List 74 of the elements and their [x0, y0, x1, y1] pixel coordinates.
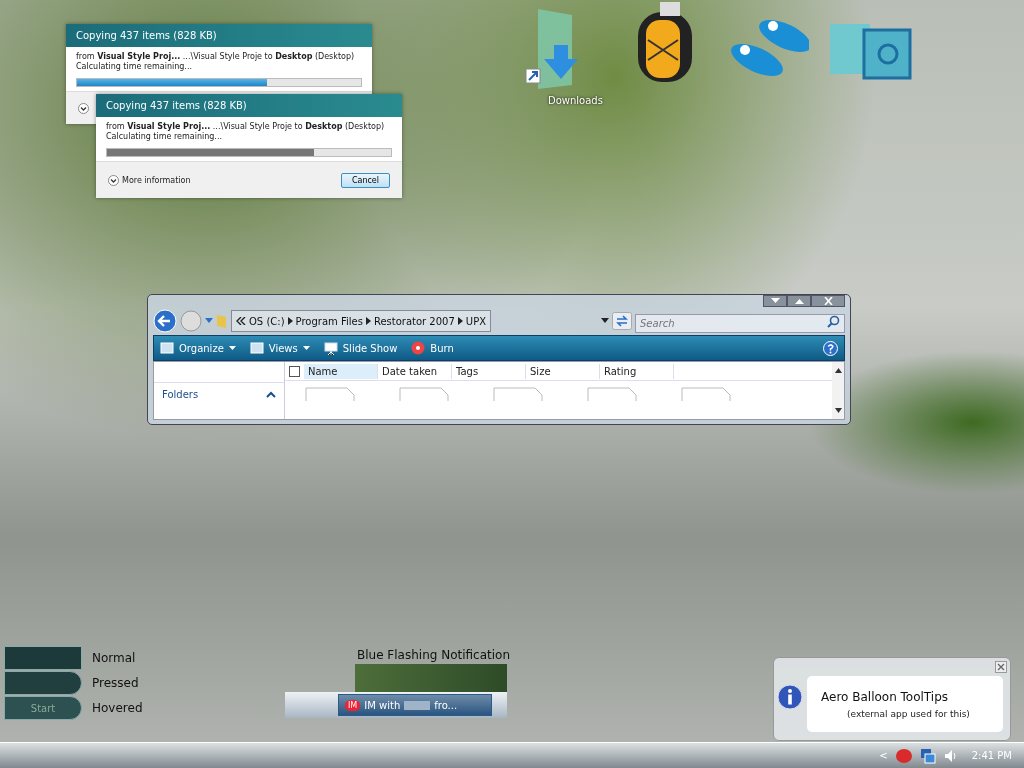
breadcrumb[interactable]: Restorator 2007	[373, 315, 455, 327]
breadcrumb[interactable]: OS (C:)	[249, 315, 285, 327]
checkbox-icon[interactable]	[289, 365, 300, 377]
copy-status-text: Calculating time remaining...	[106, 132, 222, 141]
dropdown-arrow-icon[interactable]	[601, 318, 609, 324]
state-label: Hovered	[92, 701, 143, 715]
info-icon	[777, 684, 803, 710]
chevron-right-icon[interactable]	[365, 317, 371, 325]
close-icon	[823, 297, 833, 305]
dialog-title: Copying 437 items (828 KB)	[66, 24, 372, 47]
copy-detail-text: from Visual Style Proj... ...\Visual Style Proje to Desktop (Desktop)	[76, 52, 355, 61]
window-icon	[249, 342, 264, 354]
disc-icon	[411, 341, 426, 355]
chevron-down-icon[interactable]	[108, 174, 119, 186]
file-thumbnail-icon[interactable]	[305, 387, 355, 401]
breadcrumb[interactable]: UPX	[465, 315, 486, 327]
blurred-name	[404, 700, 431, 710]
maximize-button[interactable]	[787, 295, 811, 307]
double-chevron-icon[interactable]	[236, 317, 246, 325]
window-icon	[160, 342, 174, 354]
minimize-button[interactable]	[763, 295, 787, 307]
file-thumbnail-icon[interactable]	[681, 387, 731, 401]
im-badge-icon: IM	[345, 699, 361, 711]
file-thumbnail-icon[interactable]	[587, 387, 637, 401]
column-header[interactable]: Rating	[600, 363, 674, 379]
help-icon[interactable]	[823, 340, 838, 356]
caret-up-icon	[794, 298, 804, 304]
folder-icon	[216, 313, 228, 329]
caret-icon	[228, 346, 236, 350]
notification-title: Blue Flashing Notification	[357, 648, 511, 662]
caret-icon	[302, 346, 310, 350]
column-header[interactable]: Size	[526, 363, 600, 379]
network-icon[interactable]	[919, 747, 936, 764]
start-button[interactable]: Start	[4, 696, 82, 720]
scrollbar[interactable]	[832, 362, 844, 419]
refresh-icon[interactable]	[612, 312, 632, 330]
start-button[interactable]	[4, 646, 82, 670]
breadcrumb[interactable]: Program Files	[295, 315, 363, 327]
address-bar[interactable]: OS (C:) Program Files Restorator 2007 UPX	[231, 310, 491, 332]
file-thumbnail-icon[interactable]	[493, 387, 543, 401]
column-header[interactable]: Name	[304, 363, 378, 379]
toolbar-button[interactable]: Slide Show	[323, 341, 398, 355]
projector-screen-icon	[323, 341, 338, 355]
chevron-right-icon[interactable]	[287, 317, 293, 325]
search-field[interactable]: Search	[635, 313, 845, 333]
file-thumbnail-icon[interactable]	[399, 387, 449, 401]
chevron-up-icon[interactable]	[266, 390, 276, 398]
copy-detail-text: from Visual Style Proj... ...\Visual Style Proje to Desktop (Desktop)	[106, 122, 385, 131]
search-icon[interactable]	[827, 314, 840, 328]
more-information-link[interactable]: More information	[122, 175, 191, 185]
state-label: Normal	[92, 651, 136, 665]
state-label: Pressed	[92, 676, 139, 690]
balloon-title: Aero Balloon ToolTips	[821, 689, 950, 704]
scroll-down-icon[interactable]	[834, 408, 842, 413]
balloon-text: (external app used for this)	[846, 708, 971, 719]
recycle-bin-icon[interactable]	[828, 22, 912, 80]
folders-pane-header[interactable]: Folders	[162, 388, 199, 400]
cancel-button[interactable]: Cancel	[340, 172, 390, 188]
close-button[interactable]	[995, 661, 1007, 673]
chevron-down-icon[interactable]	[78, 102, 89, 114]
column-header[interactable]: Tags	[452, 363, 526, 379]
toolbar-button[interactable]: Burn	[411, 341, 454, 355]
taskbar-button[interactable]: IM IM with fro...	[338, 694, 492, 716]
toolbar-button[interactable]: Organize	[160, 342, 236, 354]
speaker-icon[interactable]	[943, 748, 958, 763]
toolbar-button[interactable]: Views	[249, 342, 310, 354]
copy-status-text: Calculating time remaining...	[76, 62, 192, 71]
scroll-up-icon[interactable]	[834, 368, 842, 373]
chevron-right-icon[interactable]	[457, 317, 463, 325]
dialog-title: Copying 437 items (828 KB)	[96, 94, 402, 117]
column-header[interactable]: Date taken	[378, 363, 452, 379]
start-button[interactable]	[4, 671, 82, 695]
close-button[interactable]	[811, 295, 845, 307]
caret-down-icon	[770, 298, 780, 304]
